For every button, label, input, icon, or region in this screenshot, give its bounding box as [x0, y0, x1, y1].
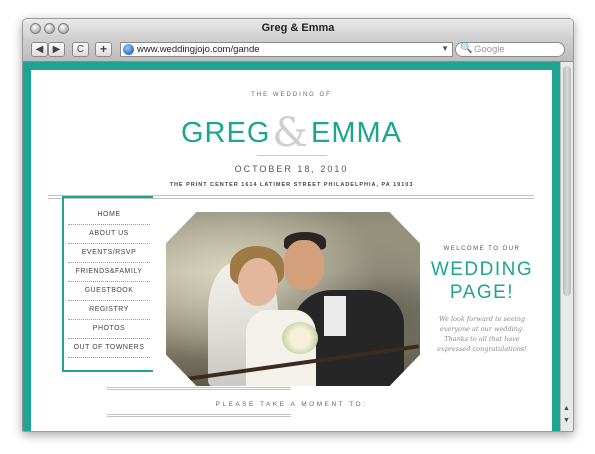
browser-toolbar: ◀ ▶ C + www.weddingjojo.com/gande ▼ 🔍 Go…	[23, 39, 573, 62]
nav-item-guestbook[interactable]: GUESTBOOK	[68, 281, 150, 301]
nav-item-photos[interactable]: PHOTOS	[68, 319, 150, 339]
reload-icon: C	[76, 44, 85, 55]
divider-bottom	[107, 387, 291, 388]
divider-lower-2	[107, 416, 291, 417]
welcome-line-1: WEDDING	[430, 259, 534, 280]
search-placeholder: Google	[474, 44, 505, 55]
wedding-venue: THE PRINT CENTER 1614 LATIMER STREET PHI…	[169, 182, 414, 188]
add-bookmark-button[interactable]: +	[95, 42, 112, 57]
wedding-page: THE WEDDING OF GREG&EMMA OCTOBER 18, 201…	[31, 70, 552, 431]
site-nav: HOME ABOUT US EVENTS/RSVP FRIENDS&FAMILY…	[62, 196, 153, 372]
welcome-heading: WEDDING PAGE!	[428, 258, 536, 304]
couple-names: GREG&EMMA	[31, 106, 552, 156]
name-right: EMMA	[311, 117, 402, 149]
title-divider	[257, 155, 327, 156]
welcome-message: We look forward to seeing everyone at ou…	[437, 315, 527, 353]
globe-icon	[123, 44, 134, 55]
back-button[interactable]: ◀	[31, 42, 48, 57]
please-take-moment: PLEASE TAKE A MOMENT TO:	[215, 401, 368, 408]
nav-item-about-us[interactable]: ABOUT US	[68, 224, 150, 244]
scroll-thumb[interactable]	[563, 66, 571, 296]
address-bar[interactable]: www.weddingjojo.com/gande ▼	[120, 42, 453, 57]
reload-button[interactable]: C	[72, 42, 89, 57]
plus-icon: +	[99, 42, 107, 56]
nav-item-friends-family[interactable]: FRIENDS&FAMILY	[68, 262, 150, 282]
name-left: GREG	[180, 117, 271, 149]
welcome-small-heading: WELCOME TO OUR	[443, 246, 521, 252]
divider-lower	[107, 414, 291, 415]
vertical-scrollbar[interactable]: ▲ ▼	[560, 62, 573, 431]
search-icon[interactable]: 🔍	[460, 43, 472, 54]
title-bar: Greg & Emma	[23, 19, 573, 39]
chevron-down-icon[interactable]: ▼	[441, 44, 449, 53]
wedding-date: OCTOBER 18, 2010	[234, 164, 349, 174]
nav-item-home[interactable]: HOME	[68, 205, 150, 225]
pre-title: THE WEDDING OF	[251, 92, 332, 98]
search-field[interactable]: 🔍 Google	[455, 42, 565, 57]
page-viewport: THE WEDDING OF GREG&EMMA OCTOBER 18, 201…	[23, 62, 560, 431]
couple-photo	[166, 212, 420, 386]
forward-arrow-icon: ▶	[52, 44, 61, 55]
divider-bottom-2	[107, 389, 291, 390]
scroll-down-icon[interactable]: ▼	[563, 417, 570, 424]
ampersand: &	[272, 110, 309, 156]
back-arrow-icon: ◀	[35, 44, 44, 55]
welcome-line-2: PAGE!	[449, 282, 515, 303]
scroll-up-icon[interactable]: ▲	[563, 405, 570, 412]
nav-item-registry[interactable]: REGISTRY	[68, 300, 150, 320]
address-url[interactable]: www.weddingjojo.com/gande	[137, 44, 260, 55]
window-title: Greg & Emma	[261, 22, 335, 34]
forward-button[interactable]: ▶	[48, 42, 65, 57]
browser-window: Greg & Emma ◀ ▶ C + www.weddingjojo.com/…	[22, 18, 574, 432]
nav-item-events-rsvp[interactable]: EVENTS/RSVP	[68, 243, 150, 263]
nav-item-out-of-towners[interactable]: OUT OF TOWNERS	[68, 338, 150, 358]
